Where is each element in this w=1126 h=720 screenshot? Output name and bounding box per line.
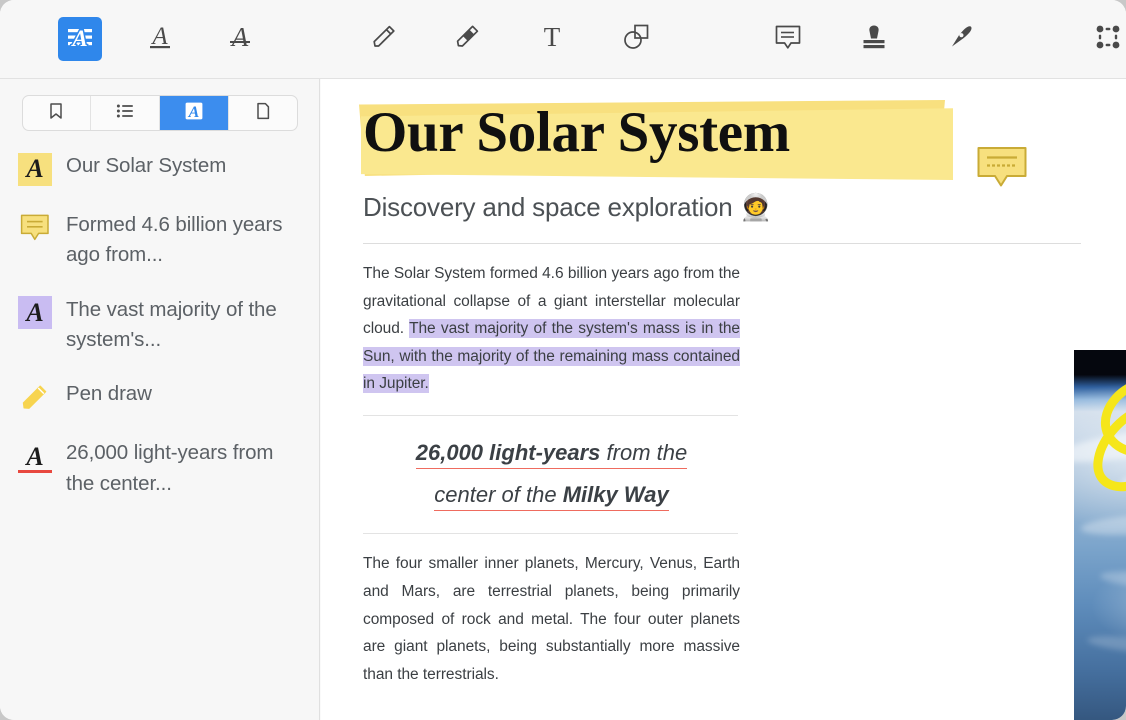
paragraph-planets: The four smaller inner planets, Mercury,… [363, 555, 740, 683]
sidebar: A A Our Solar System Formed 4.6 billion … [0, 79, 320, 720]
annotation-item-highlight-purple[interactable]: A The vast majority of the system's... [18, 295, 305, 356]
annotation-item-label: Formed 4.6 billion years ago from... [66, 213, 283, 267]
pencil-tool-button[interactable] [362, 17, 406, 61]
signature-tool-button[interactable] [938, 17, 982, 61]
underline-text-icon: A [146, 23, 174, 56]
annotation-item-note[interactable]: Formed 4.6 billion years ago from... [18, 210, 305, 271]
highlight-yellow-a-icon: A [18, 152, 52, 186]
page-subtitle: Discovery and space exploration 🧑‍🚀 [363, 192, 1126, 223]
sidebar-tab-annotations[interactable]: A [160, 96, 229, 130]
blockquote-line-2: center of the Milky Way [363, 474, 740, 516]
annotation-item-label: The vast majority of the system's... [66, 297, 277, 351]
svg-text:A: A [230, 23, 249, 51]
paragraph-intro: The Solar System formed 4.6 billion year… [363, 260, 740, 398]
text-tool-button[interactable]: T [530, 17, 574, 61]
comment-tool-button[interactable] [766, 17, 810, 61]
shapes-tool-button[interactable] [614, 17, 658, 61]
annotation-item-underline-red[interactable]: A 26,000 light-years from the center... [18, 438, 305, 499]
blockquote-line-1: 26,000 light-years from the [363, 432, 740, 474]
outline-list-icon [115, 101, 135, 126]
page-comment-marker[interactable] [976, 146, 1028, 188]
annotation-item-highlight-title[interactable]: A Our Solar System [18, 151, 305, 186]
red-underline-annotation-2: center of the Milky Way [434, 482, 669, 512]
astronaut-emoji: 🧑‍🚀 [739, 192, 772, 222]
column-divider-2 [363, 533, 738, 535]
document-viewer[interactable]: Our Solar System Discovery and space exp… [321, 79, 1126, 720]
sidebar-tab-bookmarks[interactable] [23, 96, 92, 130]
area-select-tool-button[interactable] [1086, 17, 1126, 61]
red-underline-annotation-1: 26,000 light-years from the [415, 439, 688, 469]
main-toolbar: A A A T [0, 0, 1126, 79]
document-image-block [1074, 350, 1126, 720]
annotation-item-label: 26,000 light-years from the center... [66, 441, 274, 495]
eraser-icon [453, 22, 483, 57]
toolbar-group-drawing: T [362, 17, 658, 61]
column-divider-1 [363, 414, 738, 416]
document-title-block: Our Solar System [359, 98, 983, 182]
svg-text:A: A [70, 26, 87, 51]
blockquote-rest-2: center of the [434, 482, 563, 508]
blockquote-rest-1: from the [600, 439, 688, 465]
eraser-tool-button[interactable] [446, 17, 490, 61]
underline-red-a-icon: A [18, 439, 52, 473]
blockquote-bold-1: 26,000 light-years [415, 439, 601, 465]
document-text-column: The Solar System formed 4.6 billion year… [363, 260, 740, 688]
blockquote-annotation[interactable]: 26,000 light-years from the center of th… [363, 432, 740, 516]
comment-icon [772, 21, 804, 58]
svg-text:T: T [544, 22, 561, 52]
highlight-text-icon: A [66, 23, 94, 56]
toolbar-group-annotation [766, 17, 982, 61]
area-select-icon [1093, 22, 1123, 57]
sidebar-tab-outline[interactable] [91, 96, 160, 130]
bookmark-icon [46, 101, 66, 126]
strikethrough-text-icon: A [226, 22, 254, 56]
pencil-icon [369, 22, 399, 57]
sidebar-tab-bar: A [21, 95, 298, 131]
pages-icon [253, 101, 273, 126]
blockquote-bold-2: Milky Way [562, 482, 669, 508]
signature-pen-icon [945, 22, 975, 57]
highlight-text-tool-button[interactable]: A [58, 17, 102, 61]
stamp-tool-button[interactable] [852, 17, 896, 61]
toolbar-group-selection [1086, 17, 1126, 61]
svg-text:A: A [150, 23, 168, 50]
pdf-annotation-app: A A A T A A Our Solar System Formed 4.6 … [0, 0, 1126, 720]
toolbar-group-markup: A A A [58, 17, 262, 61]
pencil-draw-icon [18, 380, 52, 414]
page-subtitle-text: Discovery and space exploration [363, 192, 740, 222]
annotations-a-icon: A [183, 100, 205, 127]
annotation-item-pen-draw[interactable]: Pen draw [18, 379, 305, 414]
purple-highlight-annotation[interactable]: The vast majority of the system's mass i… [363, 319, 740, 394]
svg-text:A: A [188, 104, 200, 121]
document-divider [363, 243, 1081, 244]
annotation-list: A Our Solar System Formed 4.6 billion ye… [0, 151, 319, 499]
text-icon: T [537, 22, 567, 57]
page-title: Our Solar System [363, 101, 790, 164]
ink-drawing-sweet[interactable] [1074, 350, 1126, 720]
annotation-item-label: Pen draw [66, 382, 152, 406]
annotation-item-label: Our Solar System [66, 154, 227, 177]
stamp-icon [859, 22, 889, 57]
highlight-purple-a-icon: A [18, 296, 52, 330]
comment-note-icon [18, 211, 52, 245]
sidebar-tab-pages[interactable] [229, 96, 297, 130]
shapes-icon [620, 21, 652, 58]
strikethrough-text-tool-button[interactable]: A [218, 17, 262, 61]
document-body: The Solar System formed 4.6 billion year… [321, 260, 1126, 688]
underline-text-tool-button[interactable]: A [138, 17, 182, 61]
